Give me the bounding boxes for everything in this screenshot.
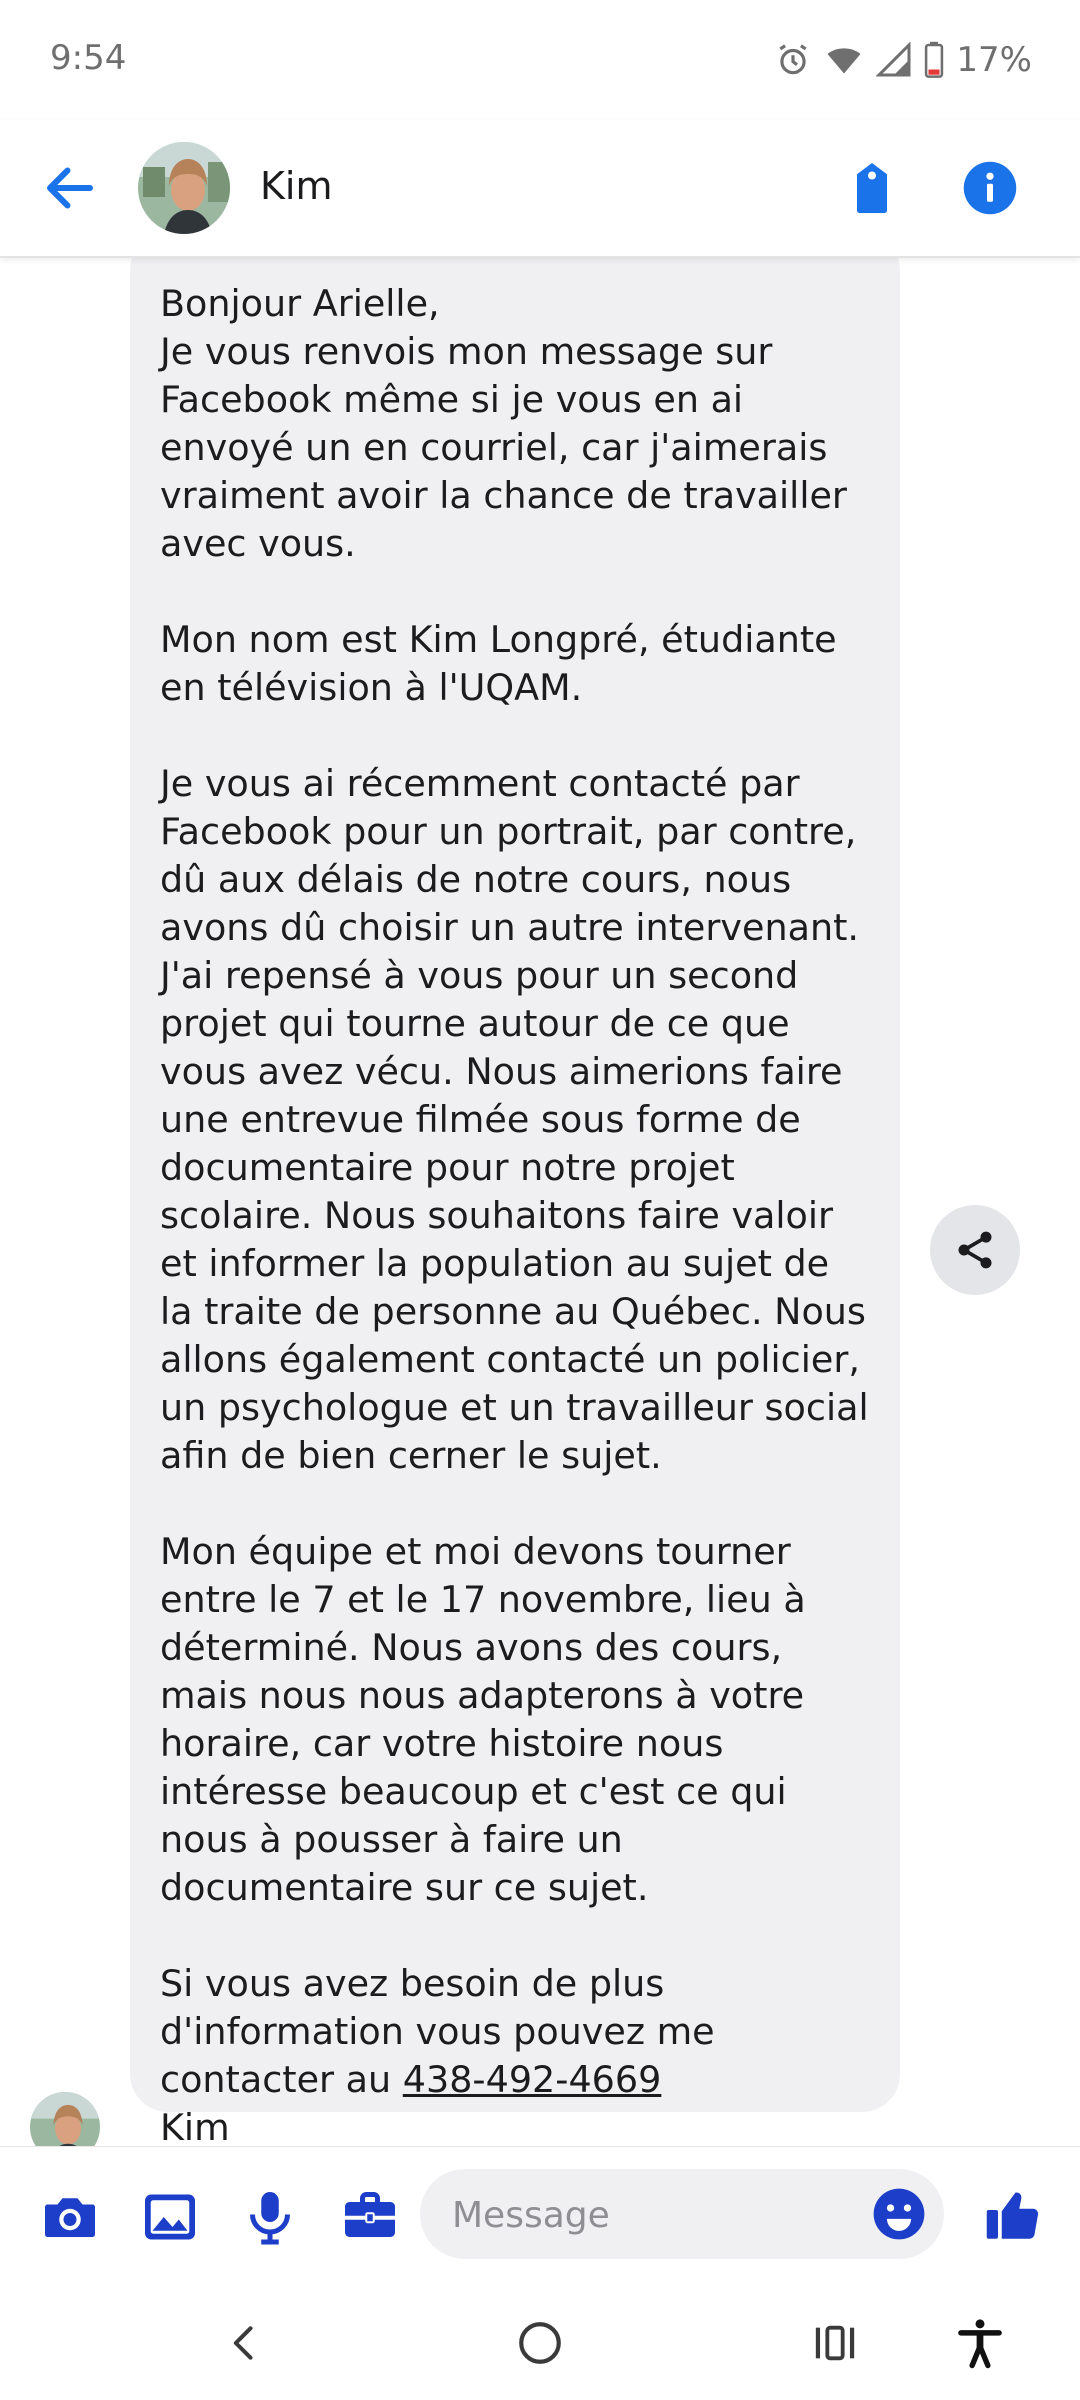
- message-input[interactable]: [450, 2169, 854, 2261]
- phone-link[interactable]: 438-492-4669: [403, 2058, 662, 2101]
- nav-home-button[interactable]: [505, 2308, 575, 2378]
- sender-avatar-photo: [30, 2092, 100, 2146]
- status-icons: 17%: [774, 38, 1032, 82]
- system-navigation-bar: [0, 2286, 1080, 2400]
- camera-icon: [45, 2198, 95, 2237]
- briefcase-button[interactable]: [340, 2187, 400, 2247]
- contact-avatar[interactable]: [138, 142, 230, 234]
- tag-icon: [857, 163, 887, 213]
- share-button[interactable]: [930, 1205, 1020, 1295]
- gallery-icon: [145, 2194, 195, 2240]
- signal-icon: [876, 42, 911, 77]
- nav-recents-button[interactable]: [800, 2308, 870, 2378]
- battery-low-icon: [925, 41, 944, 78]
- tag-button[interactable]: [842, 158, 902, 218]
- message-body: Bonjour Arielle, Je vous renvois mon mes…: [160, 282, 869, 2101]
- info-button[interactable]: [960, 158, 1020, 218]
- accessibility-icon: [958, 2319, 1002, 2369]
- alarm-icon: [779, 44, 807, 75]
- back-arrow-icon: [47, 167, 93, 209]
- recents-icon: [815, 2325, 855, 2361]
- conversation-header: Kim: [0, 120, 1080, 258]
- camera-button[interactable]: [40, 2187, 100, 2247]
- message-text: Bonjour Arielle, Je vous renvois mon mes…: [160, 280, 870, 2146]
- message-composer: [0, 2146, 1080, 2287]
- nav-back-button[interactable]: [210, 2308, 280, 2378]
- emoji-icon: [873, 2188, 925, 2240]
- wifi-icon: [827, 48, 861, 74]
- status-bar: 9:54 17%: [0, 0, 1080, 120]
- thumbs-up-icon: [986, 2192, 1039, 2239]
- briefcase-icon: [345, 2192, 395, 2237]
- battery-percent: 17%: [956, 40, 1032, 80]
- status-time: 9:54: [50, 38, 127, 78]
- message-field[interactable]: [420, 2169, 944, 2261]
- contact-name[interactable]: Kim: [260, 164, 333, 208]
- nav-accessibility-button[interactable]: [945, 2308, 1015, 2378]
- back-button[interactable]: [40, 158, 100, 218]
- microphone-icon: [250, 2192, 290, 2245]
- sender-avatar[interactable]: [30, 2092, 100, 2146]
- share-icon: [958, 1231, 992, 1269]
- message-signature: Kim Réalisatrice: [160, 2106, 230, 2146]
- back-icon: [233, 2326, 253, 2360]
- message-bubble[interactable]: Bonjour Arielle, Je vous renvois mon mes…: [130, 256, 900, 2146]
- message-list[interactable]: Bonjour Arielle, Je vous renvois mon mes…: [0, 256, 1080, 2146]
- gallery-button[interactable]: [140, 2187, 200, 2247]
- voice-button[interactable]: [240, 2187, 300, 2247]
- avatar-photo: [138, 142, 230, 234]
- home-icon: [519, 2322, 561, 2364]
- emoji-button[interactable]: [870, 2185, 928, 2243]
- info-icon: [963, 161, 1017, 215]
- like-button[interactable]: [983, 2185, 1043, 2245]
